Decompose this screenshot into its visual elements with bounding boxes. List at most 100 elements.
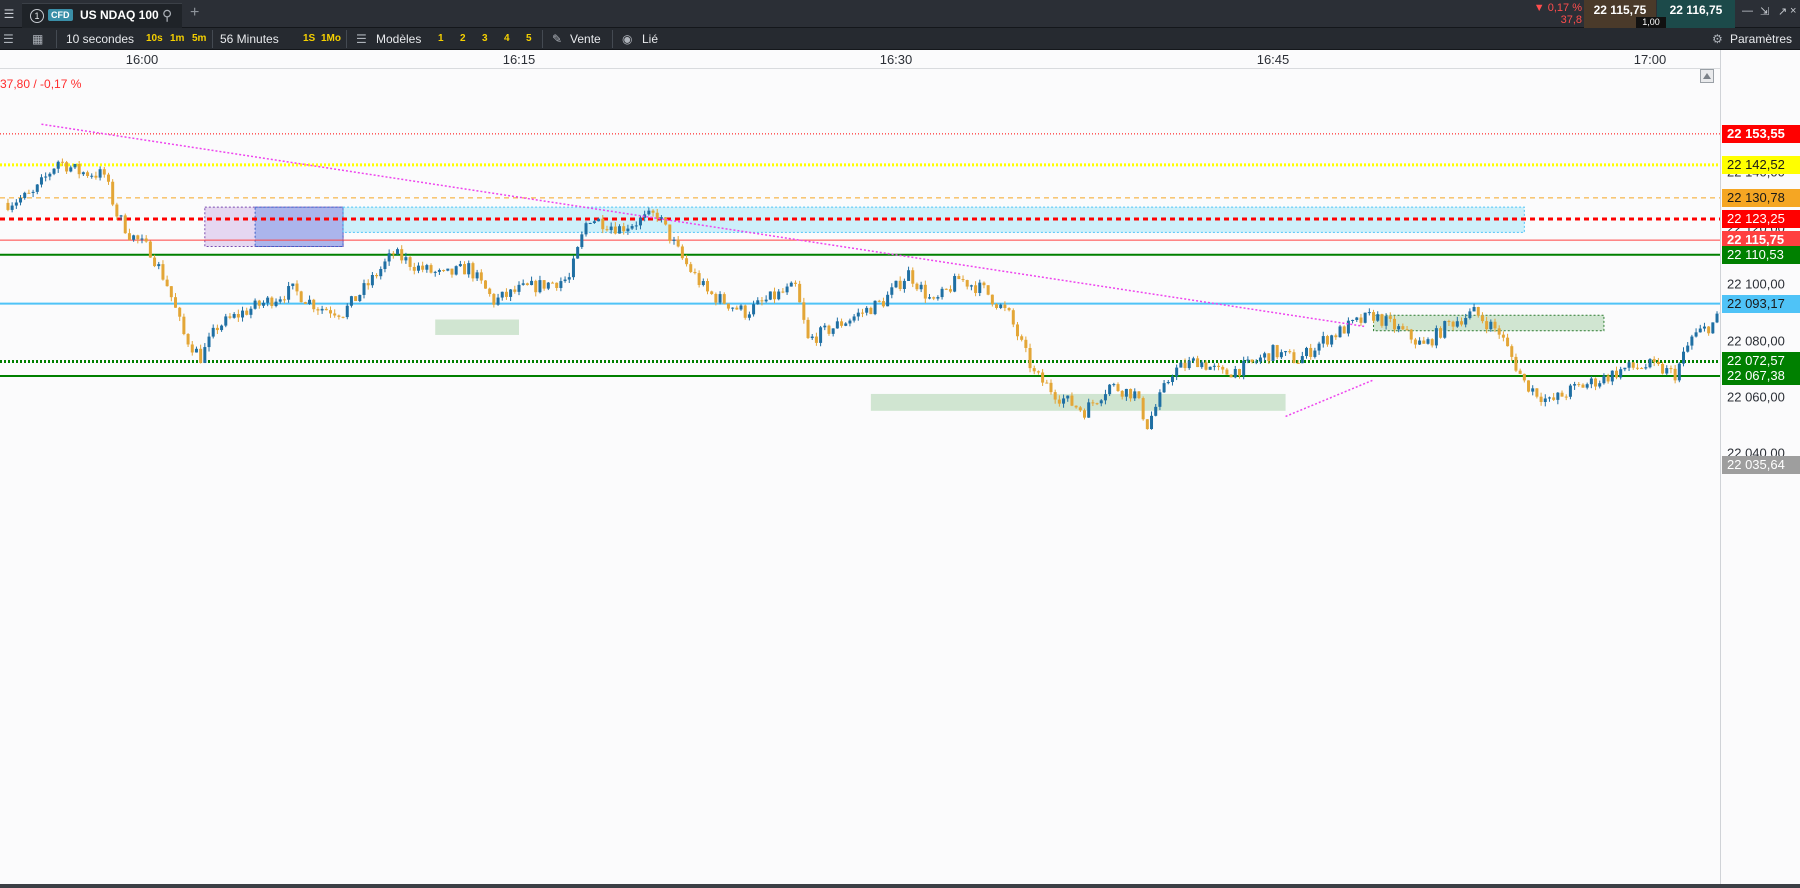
chart-pane[interactable]: 37,80 / -0,17 % [0, 69, 1720, 884]
candle-body [1443, 321, 1447, 338]
candle-body [1200, 362, 1204, 368]
candle-body [1547, 397, 1551, 399]
popout-icon[interactable]: ↗ [1778, 5, 1787, 18]
candle-body [1656, 361, 1660, 364]
candle-body [697, 273, 701, 286]
candle-body [1170, 376, 1174, 382]
candle-body [739, 305, 743, 310]
template-slot-4[interactable]: 4 [504, 28, 510, 50]
close-icon[interactable]: × [1790, 5, 1796, 17]
settings-button[interactable]: Paramètres [1730, 28, 1792, 50]
candle-body [136, 235, 140, 240]
candle-body [1518, 370, 1522, 374]
candle-body [299, 291, 303, 303]
candle-body [865, 307, 869, 313]
list-icon[interactable]: ☰ [3, 28, 14, 50]
linked-button[interactable]: Lié [642, 28, 658, 50]
candle-body [831, 328, 835, 334]
bottom-bar [0, 884, 1800, 888]
candle-body [295, 283, 299, 292]
candle-body [1175, 367, 1179, 377]
candle-body [1321, 336, 1325, 344]
zone-rect [1373, 314, 1605, 332]
candle-body [1279, 352, 1283, 358]
candle-body [1196, 358, 1200, 368]
candle-body [1275, 345, 1279, 358]
candle-body [56, 161, 60, 169]
candle-body [488, 288, 492, 295]
candle-body [1451, 321, 1455, 327]
candle-body [383, 261, 387, 270]
candle-body [479, 272, 483, 281]
candle-body [1011, 310, 1015, 325]
price-chart[interactable] [0, 69, 1720, 884]
templates-button[interactable]: Modèles [376, 28, 421, 50]
period-1mo-button[interactable]: 1Mo [321, 28, 341, 50]
candle-body [902, 280, 906, 289]
period-1s-button[interactable]: 1S [303, 28, 315, 50]
candle-body [1145, 419, 1149, 430]
templates-icon[interactable]: ☰ [356, 28, 367, 50]
candle-body [337, 315, 341, 317]
candle-body [1070, 395, 1074, 406]
candle-body [1141, 398, 1145, 420]
candle-body [735, 307, 739, 310]
scroll-to-latest-icon[interactable] [1700, 69, 1714, 83]
candle-body [685, 258, 689, 265]
candle-body [1041, 372, 1045, 383]
candle-body [1095, 403, 1099, 405]
trade-button[interactable]: Vente [570, 28, 601, 50]
candle-body [1439, 328, 1443, 338]
template-slot-2[interactable]: 2 [460, 28, 466, 50]
time-axis: 16:00 16:15 16:30 16:45 17:00 [0, 50, 1720, 69]
instrument-tab[interactable]: 1 CFD US NDAQ 100 ⚲ [22, 3, 182, 28]
layout-icon[interactable]: ▦ [32, 28, 43, 50]
candle-body [768, 291, 772, 300]
candle-body [1351, 319, 1355, 321]
buy-price-button[interactable]: 22 116,75 [1657, 0, 1735, 28]
candle-body [1217, 365, 1221, 367]
candle-body [1631, 362, 1635, 368]
candle-body [1682, 351, 1686, 364]
interval-5m-button[interactable]: 5m [192, 28, 206, 50]
candle-body [1158, 392, 1162, 407]
candle-body [1418, 340, 1422, 345]
template-slot-3[interactable]: 3 [482, 28, 488, 50]
candle-body [354, 296, 358, 302]
candle-body [584, 223, 588, 235]
candle-body [978, 282, 982, 293]
price-axis[interactable]: 22 140,0022 120,0022 100,0022 080,0022 0… [1720, 50, 1800, 884]
template-slot-1[interactable]: 1 [438, 28, 444, 50]
candle-body [199, 348, 203, 363]
candle-body [555, 282, 559, 288]
candle-body [253, 300, 257, 309]
candle-body [245, 310, 249, 315]
period-select[interactable]: 56 Minutes [220, 28, 279, 50]
plus-icon[interactable]: + [190, 4, 199, 22]
candle-body [492, 294, 496, 305]
x-tick-label: 16:15 [502, 52, 536, 67]
gear-icon[interactable]: ⚙ [1712, 28, 1723, 50]
minimize-icon[interactable]: — [1742, 5, 1753, 17]
collapse-icon[interactable]: ⇲ [1760, 5, 1769, 18]
menu-icon[interactable]: ☰ [0, 0, 18, 28]
candle-body [408, 257, 412, 267]
candle-body [1702, 326, 1706, 329]
candle-body [23, 192, 27, 199]
search-icon[interactable]: ⚲ [162, 7, 172, 24]
candle-body [228, 316, 232, 318]
candle-body [1409, 329, 1413, 340]
candle-body [990, 294, 994, 305]
interval-1m-button[interactable]: 1m [170, 28, 184, 50]
template-slot-5[interactable]: 5 [526, 28, 532, 50]
interval-select[interactable]: 10 secondes [66, 28, 134, 50]
candle-body [1384, 316, 1388, 326]
candle-body [454, 266, 458, 275]
candle-body [1313, 350, 1317, 357]
candle-body [1581, 384, 1585, 388]
candle-body [320, 308, 324, 311]
candle-body [676, 239, 680, 247]
candle-body [756, 300, 760, 305]
candle-body [551, 282, 555, 284]
interval-10s-button[interactable]: 10s [146, 28, 163, 50]
